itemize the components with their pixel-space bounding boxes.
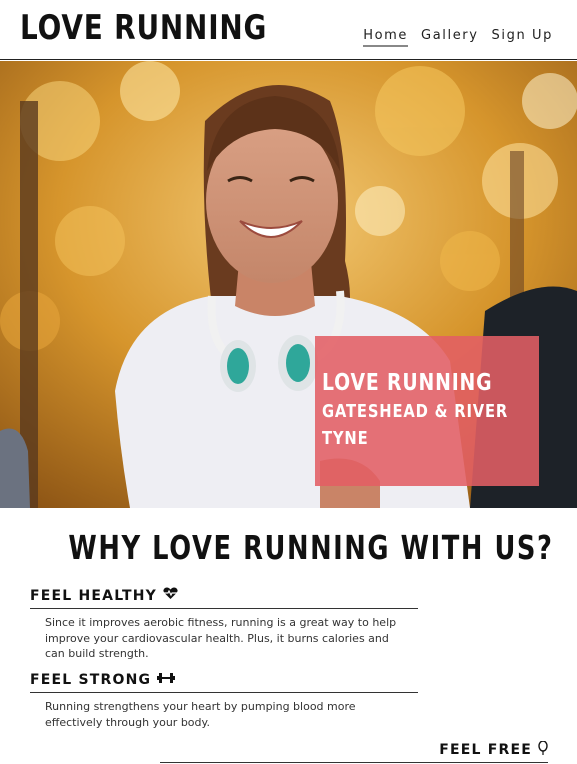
- balloon-icon: [538, 740, 548, 759]
- feature-divider: [30, 692, 418, 693]
- feature-heading: FEEL HEALTHY: [30, 587, 158, 604]
- main-nav: Home Gallery Sign Up: [350, 28, 553, 47]
- nav-signup-link[interactable]: Sign Up: [492, 28, 553, 47]
- feature-healthy: FEEL HEALTHY Since it improves aerobic f…: [30, 587, 420, 662]
- site-header: LOVE RUNNING Home Gallery Sign Up: [0, 0, 577, 60]
- site-logo[interactable]: LOVE RUNNING: [20, 8, 267, 48]
- feature-free: FEEL FREE: [160, 740, 548, 763]
- hero-subtitle: GATESHEAD & RIVER TYNE: [322, 401, 509, 449]
- feature-heading: FEEL STRONG: [30, 672, 152, 688]
- hero-title: LOVE RUNNING: [322, 370, 493, 396]
- feature-description: Since it improves aerobic fitness, runni…: [45, 616, 397, 660]
- heartbeat-icon: [163, 587, 178, 604]
- feature-heading: FEEL FREE: [439, 742, 532, 758]
- nav-home-link[interactable]: Home: [363, 28, 409, 47]
- why-section-title: WHY LOVE RUNNING WITH US?: [68, 528, 554, 567]
- hero-caption-box: LOVE RUNNING GATESHEAD & RIVER TYNE: [315, 336, 539, 486]
- hero-banner: LOVE RUNNING GATESHEAD & RIVER TYNE: [0, 61, 577, 508]
- nav-gallery-link[interactable]: Gallery: [421, 28, 479, 47]
- feature-divider: [30, 608, 418, 609]
- dumbbell-icon: [157, 672, 176, 688]
- feature-description: Running strengthens your heart by pumpin…: [45, 700, 356, 729]
- feature-strong: FEEL STRONG Running strengthens your hea…: [30, 672, 420, 730]
- feature-divider: [160, 762, 548, 763]
